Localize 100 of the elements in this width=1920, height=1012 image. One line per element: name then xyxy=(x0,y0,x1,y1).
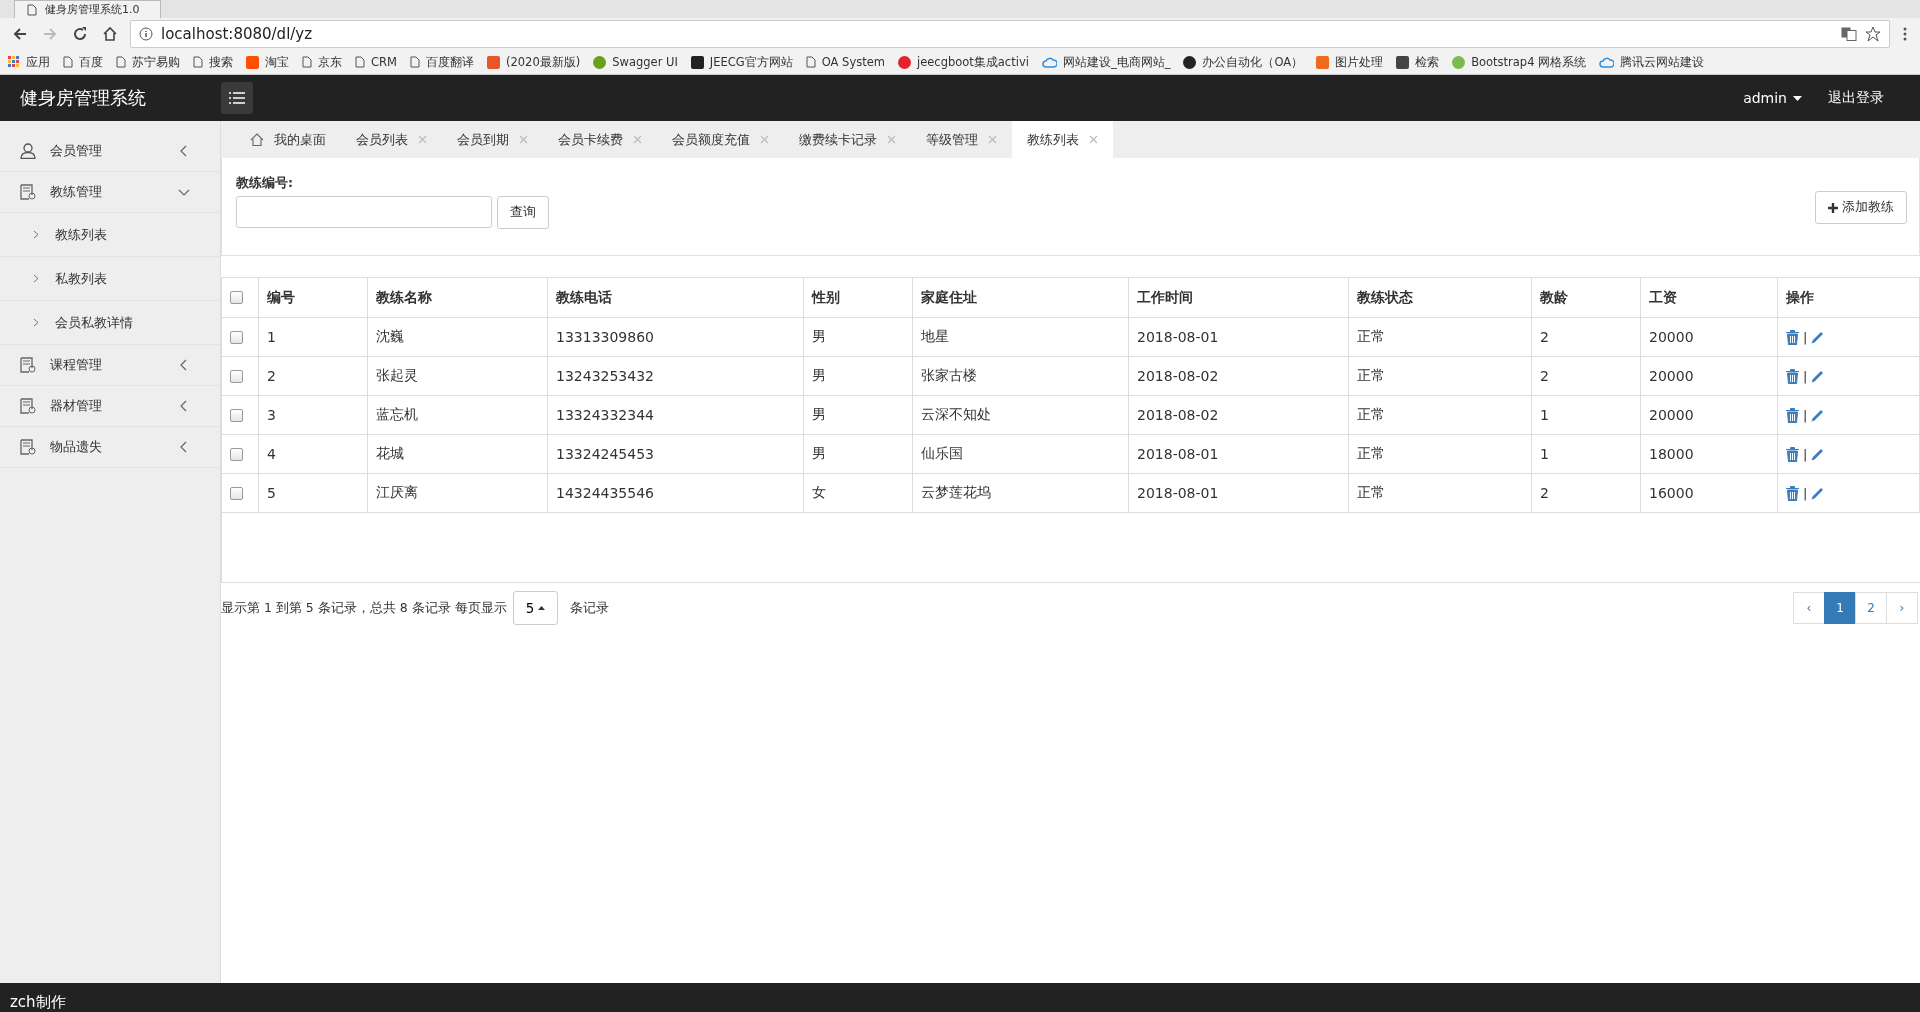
table-cell: 3 xyxy=(267,407,276,423)
page-button[interactable]: 1 xyxy=(1824,592,1856,624)
checkbox[interactable] xyxy=(230,369,243,383)
bookmark[interactable]: OA System xyxy=(805,55,885,69)
table-cell: 云深不知处 xyxy=(921,406,991,422)
reload-icon[interactable] xyxy=(72,26,88,42)
table-cell: 沈巍 xyxy=(376,328,404,344)
browser-tab[interactable]: 健身房管理系统1.0 xyxy=(14,0,161,18)
footer-text: zch制作 xyxy=(10,993,66,1012)
checkbox[interactable] xyxy=(230,408,243,422)
back-icon[interactable] xyxy=(12,26,28,42)
column-header: 操作 xyxy=(1786,288,1814,305)
add-button[interactable]: 添加教练 xyxy=(1815,191,1907,224)
document-icon xyxy=(20,357,36,373)
page-size-dropdown[interactable]: 5 xyxy=(512,591,559,625)
bookmark[interactable]: 搜索 xyxy=(193,54,233,70)
table-cell: 张起灵 xyxy=(376,367,418,383)
checkbox[interactable] xyxy=(230,486,243,500)
pencil-icon[interactable] xyxy=(1811,408,1826,422)
page-tab[interactable]: 教练列表 xyxy=(1012,121,1113,158)
chevron-right-icon xyxy=(33,274,39,283)
user-menu[interactable]: admin xyxy=(1743,90,1802,106)
page-icon xyxy=(805,56,816,68)
pencil-icon[interactable] xyxy=(1811,486,1826,500)
column-header: 教练名称 xyxy=(376,288,432,305)
column-header: 教练状态 xyxy=(1357,288,1413,305)
bookmark[interactable]: 腾讯云网站建设 xyxy=(1599,54,1705,70)
column-header: 工资 xyxy=(1649,288,1677,305)
home-icon[interactable] xyxy=(102,26,118,42)
table-cell: 16000 xyxy=(1649,485,1694,501)
table-cell: 男 xyxy=(812,367,826,383)
bookmark[interactable]: (2020最新版) xyxy=(486,54,581,70)
chevron-right-icon xyxy=(33,230,39,239)
bookmark[interactable]: 京东 xyxy=(302,54,342,70)
bookmark[interactable]: 淘宝 xyxy=(246,54,289,70)
trash-icon[interactable] xyxy=(1786,407,1799,423)
bookmark[interactable]: 百度 xyxy=(63,54,103,70)
page-button[interactable]: 2 xyxy=(1855,592,1887,624)
next-page-button[interactable]: › xyxy=(1886,592,1918,624)
sidebar-item[interactable]: 教练管理 xyxy=(0,172,220,213)
bookmark[interactable]: jeecgboot集成activi xyxy=(897,54,1029,70)
table-cell: 13324245453 xyxy=(556,446,654,462)
bookmark[interactable]: Swagger UI xyxy=(593,55,678,69)
column-header: 家庭住址 xyxy=(921,288,977,305)
bookmark[interactable]: 百度翻译 xyxy=(409,54,474,70)
bookmark[interactable]: CRM xyxy=(355,55,397,69)
home-icon xyxy=(250,133,264,146)
table-cell: 蓝忘机 xyxy=(376,406,418,422)
search-field[interactable] xyxy=(236,195,492,228)
table-cell: 正常 xyxy=(1357,445,1385,461)
checkbox[interactable] xyxy=(230,330,243,344)
document-icon xyxy=(20,439,36,455)
bookmark[interactable]: 检索 xyxy=(1396,54,1440,70)
table-cell: 1 xyxy=(1540,446,1549,462)
checkbox[interactable] xyxy=(230,291,243,304)
page-tab[interactable]: 我的桌面 xyxy=(235,121,341,158)
bookmark[interactable]: 苏宁易购 xyxy=(116,54,180,70)
sidebar-item[interactable]: 会员管理 xyxy=(0,131,220,172)
prev-page-button[interactable]: ‹ xyxy=(1793,592,1825,624)
search-button[interactable]: 查询 xyxy=(497,195,549,229)
checkbox[interactable] xyxy=(230,447,243,461)
sidebar-subitem[interactable]: 会员私教详情 xyxy=(0,301,220,345)
chevron-right-icon xyxy=(33,318,39,327)
bookmark[interactable]: 网站建设_电商网站_ xyxy=(1041,54,1171,70)
trash-icon[interactable] xyxy=(1786,368,1799,384)
bookmark[interactable]: Bootstrap4 网格系统 xyxy=(1452,54,1587,70)
sidebar-item[interactable]: 课程管理 xyxy=(0,345,220,386)
table-cell: 正常 xyxy=(1357,484,1385,500)
sidebar-item[interactable]: 物品遗失 xyxy=(0,427,220,468)
logout-link[interactable]: 退出登录 xyxy=(1828,89,1884,107)
pencil-icon[interactable] xyxy=(1811,369,1826,383)
table-cell: 花城 xyxy=(376,445,404,461)
sidebar-item[interactable]: 器材管理 xyxy=(0,386,220,427)
table-cell: 18000 xyxy=(1649,446,1694,462)
page-tab[interactable]: 缴费续卡记录 xyxy=(784,121,911,158)
bookmark[interactable]: 图片处理 xyxy=(1316,54,1384,70)
page-tab[interactable]: 会员列表 xyxy=(341,121,442,158)
table-cell: 4 xyxy=(267,446,276,462)
menu-toggle[interactable] xyxy=(221,82,253,114)
menu-icon[interactable] xyxy=(1902,26,1908,42)
bookmark[interactable]: JEECG官方网站 xyxy=(690,54,793,70)
sidebar-subitem[interactable]: 教练列表 xyxy=(0,213,220,257)
pencil-icon[interactable] xyxy=(1811,330,1826,344)
trash-icon[interactable] xyxy=(1786,446,1799,462)
table-cell: 男 xyxy=(812,445,826,461)
table-cell: 2018-08-02 xyxy=(1137,368,1219,384)
caret-icon xyxy=(538,606,546,610)
address-field[interactable]: localhost:8080/dl/yz xyxy=(130,20,1890,48)
page-tab[interactable]: 会员到期 xyxy=(442,121,543,158)
trash-icon[interactable] xyxy=(1786,485,1799,501)
table-cell: 20000 xyxy=(1649,368,1694,384)
sidebar-subitem[interactable]: 私教列表 xyxy=(0,257,220,301)
bookmark[interactable]: 应用 xyxy=(8,54,50,70)
separator: | xyxy=(1803,368,1808,384)
trash-icon[interactable] xyxy=(1786,329,1799,345)
bookmark[interactable]: 办公自动化（OA） xyxy=(1183,54,1304,70)
page-tab[interactable]: 会员额度充值 xyxy=(657,121,784,158)
page-tab[interactable]: 等级管理 xyxy=(911,121,1012,158)
page-tab[interactable]: 会员卡续费 xyxy=(543,121,657,158)
pencil-icon[interactable] xyxy=(1811,447,1826,461)
